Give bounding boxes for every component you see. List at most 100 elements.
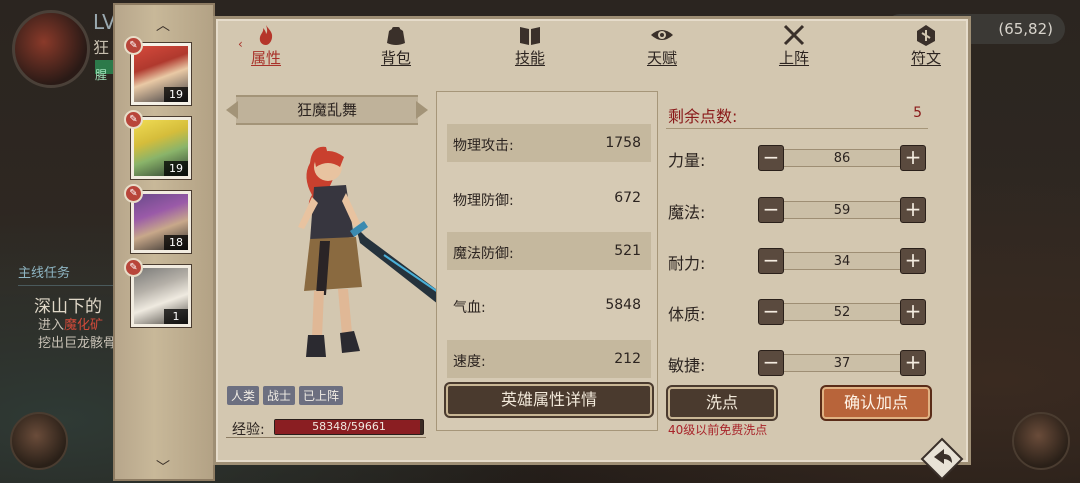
swords-icon [783,24,805,46]
tag-status: 已上阵 [299,386,344,405]
player-avatar[interactable] [12,10,90,88]
map-corner-button-left[interactable] [10,412,68,470]
quest-section-title: 主线任务 [18,262,118,286]
exp-label: 经验: [232,422,265,438]
decrease-button[interactable]: − [758,197,784,223]
attribute-row-constitution: 体质: − 52 + [666,297,928,327]
stat-row: 物理攻击: 1758 [447,124,651,162]
stat-label: 速度: [453,354,486,370]
exp-progress-bar: 58348/59661 [274,419,424,435]
return-icon[interactable] [920,437,964,481]
attribute-label: 力量: [668,151,706,170]
hero-illustration [298,146,461,357]
divider [226,437,426,438]
attribute-label: 耐力: [668,254,706,273]
character-card[interactable]: ✎ 19 [124,110,191,179]
map-corner-button-right[interactable] [1012,412,1070,470]
exp-value: 58348/59661 [312,420,386,433]
confirm-points-button[interactable]: 确认加点 [822,387,930,419]
attribute-value: 52 [784,303,900,321]
character-level: 19 [164,161,188,176]
eye-icon [651,30,673,40]
hero-panel: ‹ 属性 背包 技能 天赋 上阵 符文 狂魔乱舞 人类 战士 已上阵 经验: 5… [213,16,971,465]
attribute-row-strength: 力量: − 86 + [666,143,928,173]
increase-button[interactable]: + [900,299,926,325]
stat-value: 672 [614,190,641,206]
tab-label: 天赋 [646,49,677,67]
tab-label: 符文 [910,49,941,67]
tag-race: 人类 [227,386,260,405]
quest-description: 进入魔化矿 挖出巨龙骸骨 [38,317,118,353]
character-level: 1 [164,309,188,324]
stat-value: 5848 [605,297,641,313]
character-card[interactable]: ✎ 18 [124,184,191,253]
stat-label: 气血: [453,300,486,316]
attribute-label: 体质: [668,305,706,324]
attribute-value: 86 [784,149,900,167]
attribute-value: 37 [784,354,900,372]
reset-points-note: 40级以前免费洗点 [668,423,768,437]
attribute-label: 敏捷: [668,356,706,375]
remaining-points-label: 剩余点数: [668,107,738,126]
stat-row: 物理防御: 672 [447,179,651,217]
quest-name: 深山下的 [34,297,102,317]
tab-runes[interactable]: 符文 [896,23,956,71]
quest-desc-b: 魔化矿 [64,318,104,333]
character-level: 19 [164,87,188,102]
scroll-down-icon[interactable]: ﹀ [156,457,170,477]
remaining-points-value: 5 [913,105,922,121]
attribute-row-magic: 魔法: − 59 + [666,195,928,225]
tab-label: 背包 [380,49,411,67]
decrease-button[interactable]: − [758,350,784,376]
attribute-label: 魔法: [668,203,706,222]
attribute-value: 34 [784,252,900,270]
increase-button[interactable]: + [900,350,926,376]
stat-row: 速度: 212 [447,340,651,378]
decrease-button[interactable]: − [758,145,784,171]
stat-label: 物理攻击: [453,138,514,154]
quest-panel[interactable]: 主线任务 深山下的 进入魔化矿 挖出巨龙骸骨 [18,262,118,367]
tag-class: 战士 [263,386,296,405]
decrease-button[interactable]: − [758,248,784,274]
class-badge-icon: ✎ [124,184,143,203]
bag-icon [387,27,405,45]
stat-value: 521 [614,243,641,259]
increase-button[interactable]: + [900,248,926,274]
attribute-row-agility: 敏捷: − 37 + [666,348,928,378]
stat-value: 212 [614,351,641,367]
stat-label: 物理防御: [453,193,514,209]
remaining-points-row: 剩余点数: 5 [666,99,928,129]
class-badge-icon: ✎ [124,36,143,55]
hero-details-button[interactable]: 英雄属性详情 [446,384,652,416]
tab-bag[interactable]: 背包 [366,23,426,71]
status-tag: 腥 [95,68,108,82]
book-icon [520,27,540,45]
stat-row: 魔法防御: 521 [447,232,651,270]
tab-attributes[interactable]: 属性 [236,23,296,71]
scroll-up-icon[interactable]: ︿ [156,15,170,35]
character-level: 18 [164,235,188,250]
class-badge-icon: ✎ [124,258,143,277]
increase-button[interactable]: + [900,145,926,171]
quest-desc-a: 进入 [38,318,65,333]
tab-skills[interactable]: 技能 [500,23,560,71]
character-list[interactable]: ︿ ✎ 19 ✎ 19 ✎ 18 ✎ 1 ﹀ [113,3,215,481]
stat-label: 魔法防御: [453,246,514,262]
reset-points-button[interactable]: 洗点 [668,387,776,419]
tab-label: 属性 [250,49,281,67]
stat-value: 1758 [605,135,641,151]
character-card[interactable]: ✎ 19 [124,36,191,105]
character-card[interactable]: ✎ 1 [124,258,191,327]
tab-label: 上阵 [778,49,809,67]
tab-deploy[interactable]: 上阵 [764,23,824,71]
quest-desc-line2: 挖出巨龙骸骨 [38,336,117,351]
attribute-row-endurance: 耐力: − 34 + [666,246,928,276]
tab-talent[interactable]: 天赋 [632,23,692,71]
stat-row: 气血: 5848 [447,286,651,324]
points-allocation: 剩余点数: 5 力量: − 86 + 魔法: − 59 + 耐力: − 34 +… [666,91,932,451]
attribute-value: 59 [784,201,900,219]
tab-bar: ‹ 属性 背包 技能 天赋 上阵 符文 [216,19,968,71]
increase-button[interactable]: + [900,197,926,223]
hero-tags: 人类 战士 已上阵 [227,385,347,405]
decrease-button[interactable]: − [758,299,784,325]
